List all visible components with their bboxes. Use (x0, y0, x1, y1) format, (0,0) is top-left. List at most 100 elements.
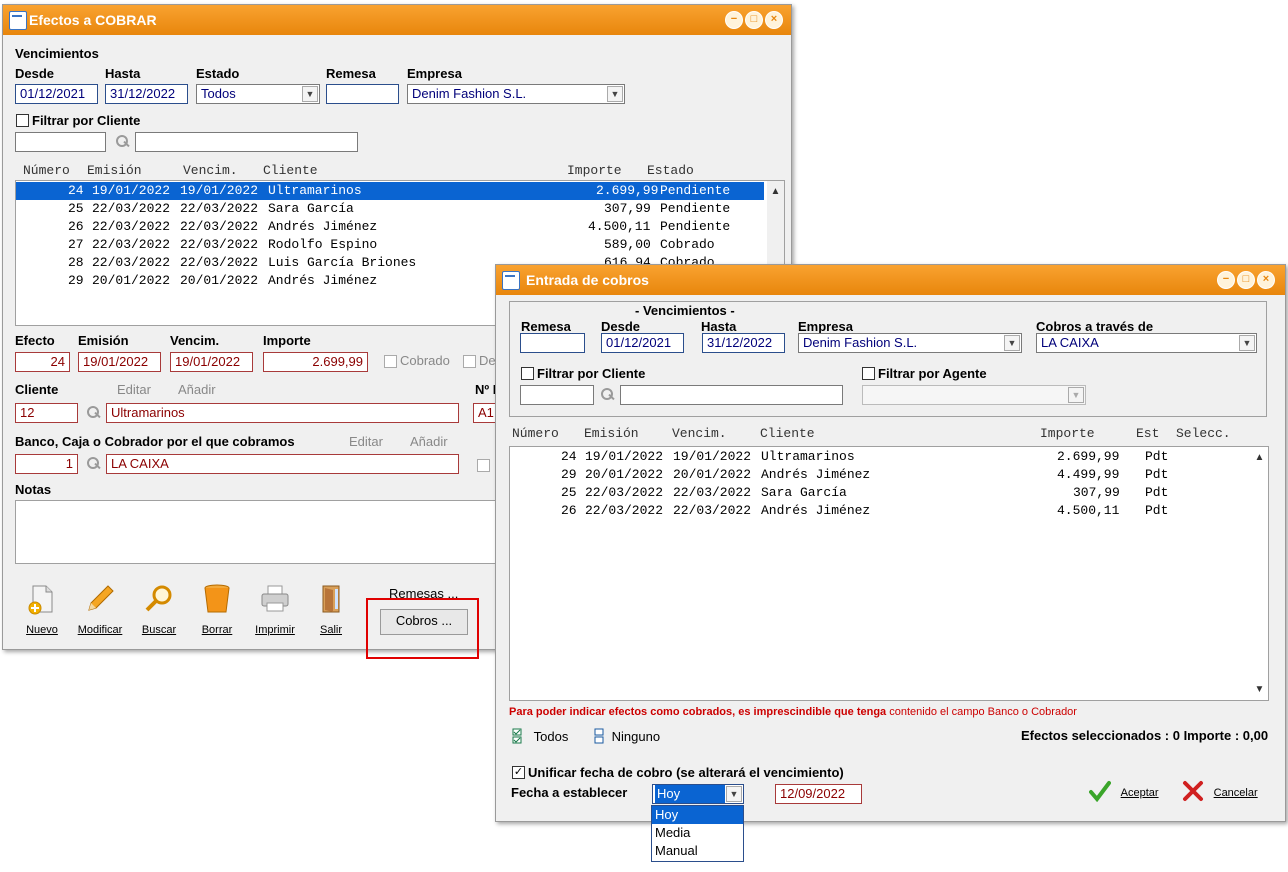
fecha-value-input[interactable]: 12/09/2022 (775, 784, 862, 804)
empresa-select[interactable]: Denim Fashion S.L. ▼ (407, 84, 625, 104)
estado-select[interactable]: Todos ▼ (196, 84, 320, 104)
vencim-input[interactable]: 19/01/2022 (170, 352, 253, 372)
maximize-icon[interactable]: □ (1237, 271, 1255, 289)
table-row[interactable]: 26 22/03/2022 22/03/2022 Andrés Jiménez … (510, 502, 1250, 520)
cliente-code-input[interactable] (15, 132, 106, 152)
cobrado-checkbox[interactable] (384, 355, 397, 368)
banco-editar-link[interactable]: Editar (349, 434, 383, 449)
table-row[interactable]: 24 19/01/2022 19/01/2022 Ultramarinos 2.… (16, 182, 764, 200)
salir-button[interactable]: Salir (301, 583, 361, 636)
todos-label: Todos (533, 729, 569, 744)
option-manual[interactable]: Manual (652, 842, 743, 860)
de-checkbox[interactable] (463, 355, 476, 368)
option-hoy[interactable]: Hoy (652, 806, 743, 824)
table-row[interactable]: 29 20/01/2022 20/01/2022 Andrés Jiménez … (510, 466, 1250, 484)
row-importe: 4.500,11 (1057, 503, 1120, 518)
select-all-button[interactable]: Todos (512, 728, 568, 744)
fecha-select[interactable]: Hoy ▼ (652, 784, 744, 804)
warning-text: Para poder indicar efectos como cobrados… (509, 706, 1077, 718)
table-row[interactable]: 27 22/03/2022 22/03/2022 Rodolfo Espino … (16, 236, 764, 254)
efecto-input[interactable]: 24 (15, 352, 70, 372)
buscar-button[interactable]: Buscar (129, 583, 189, 636)
close-icon[interactable]: × (765, 11, 783, 29)
key-icon[interactable] (600, 387, 616, 403)
scroll-up-icon[interactable]: ▲ (767, 183, 784, 200)
chevron-down-icon[interactable]: ▼ (726, 786, 742, 802)
cliente-name-input[interactable] (620, 385, 843, 405)
row-numero: 27 (68, 237, 84, 252)
table-row[interactable]: 26 22/03/2022 22/03/2022 Andrés Jiménez … (16, 218, 764, 236)
cobros-list[interactable]: 24 19/01/2022 19/01/2022 Ultramarinos 2.… (509, 446, 1269, 701)
empresa-label: Empresa (798, 319, 853, 334)
row-est: Pdt (1145, 485, 1169, 500)
banco-code-field[interactable]: 1 (15, 454, 78, 474)
maximize-icon[interactable]: □ (745, 11, 763, 29)
banco-checkbox[interactable] (477, 459, 490, 472)
key-icon[interactable] (115, 134, 131, 150)
row-cliente: Andrés Jiménez (761, 503, 871, 518)
filtrar-agente-checkbox[interactable] (862, 367, 875, 380)
chevron-down-icon[interactable]: ▼ (607, 86, 623, 102)
desde-input[interactable]: 01/12/2021 (601, 333, 684, 353)
key-icon[interactable] (86, 456, 102, 472)
row-numero: 26 (561, 503, 577, 518)
empresa-select[interactable]: Denim Fashion S.L. ▼ (798, 333, 1022, 353)
cliente-code-field[interactable]: 12 (15, 403, 78, 423)
fecha-options-list[interactable]: Hoy Media Manual (651, 805, 744, 862)
scroll-down-icon[interactable]: ▼ (1251, 681, 1268, 698)
chevron-down-icon[interactable]: ▼ (1239, 335, 1255, 351)
window-title: Entrada de cobros (526, 272, 649, 288)
remesa-input[interactable] (326, 84, 399, 104)
desde-label: Desde (15, 66, 55, 81)
filtrar-cliente-checkbox[interactable] (521, 367, 534, 380)
cliente-name-input[interactable] (135, 132, 358, 152)
option-media[interactable]: Media (652, 824, 743, 842)
col-vencim: Vencim. (183, 163, 238, 178)
hasta-input[interactable]: 31/12/2022 (702, 333, 785, 353)
cliente-code-input[interactable] (520, 385, 594, 405)
title-bar[interactable]: Efectos a COBRAR − □ × (3, 5, 791, 35)
agente-select[interactable]: ▼ (862, 385, 1086, 405)
title-bar[interactable]: Entrada de cobros − □ × (496, 265, 1285, 295)
table-row[interactable]: 25 22/03/2022 22/03/2022 Sara García 307… (510, 484, 1250, 502)
fecha-select-value: Hoy (655, 785, 725, 803)
list-scrollbar[interactable]: ▲ ▼ (1251, 447, 1268, 700)
minimize-icon[interactable]: − (1217, 271, 1235, 289)
row-est: Pdt (1145, 503, 1169, 518)
cancelar-button[interactable]: Cancelar (1182, 780, 1258, 802)
chevron-down-icon[interactable]: ▼ (1004, 335, 1020, 351)
cliente-anadir-link[interactable]: Añadir (178, 382, 216, 397)
chevron-down-icon[interactable]: ▼ (1068, 387, 1084, 403)
imprimir-button[interactable]: Imprimir (245, 583, 305, 636)
window-title: Efectos a COBRAR (29, 12, 157, 28)
emision-input[interactable]: 19/01/2022 (78, 352, 161, 372)
key-icon[interactable] (86, 405, 102, 421)
remesa-input[interactable] (520, 333, 585, 353)
modificar-button[interactable]: Modificar (70, 583, 130, 636)
banco-name-field[interactable]: LA CAIXA (106, 454, 459, 474)
cliente-editar-link[interactable]: Editar (117, 382, 151, 397)
row-vencim: 22/03/2022 (180, 255, 259, 270)
aceptar-button[interactable]: Aceptar (1089, 780, 1159, 803)
col-numero: Número (23, 163, 70, 178)
select-none-button[interactable]: Ninguno (594, 728, 660, 744)
table-row[interactable]: 25 22/03/2022 22/03/2022 Sara García 307… (16, 200, 764, 218)
close-icon[interactable]: × (1257, 271, 1275, 289)
hasta-input[interactable]: 31/12/2022 (105, 84, 188, 104)
salir-label: Salir (319, 624, 342, 636)
scroll-up-icon[interactable]: ▲ (1251, 449, 1268, 466)
importe-input[interactable]: 2.699,99 (263, 352, 368, 372)
minimize-icon[interactable]: − (725, 11, 743, 29)
borrar-button[interactable]: Borrar (187, 583, 247, 636)
row-numero: 25 (68, 201, 84, 216)
cobros-via-select[interactable]: LA CAIXA ▼ (1036, 333, 1257, 353)
cliente-name-field[interactable]: Ultramarinos (106, 403, 459, 423)
filtrar-cliente-checkbox[interactable] (16, 114, 29, 127)
unificar-checkbox[interactable]: ✓ (512, 766, 525, 779)
nuevo-button[interactable]: Nuevo (12, 583, 72, 636)
chevron-down-icon[interactable]: ▼ (302, 86, 318, 102)
table-row[interactable]: 24 19/01/2022 19/01/2022 Ultramarinos 2.… (510, 448, 1250, 466)
banco-anadir-link[interactable]: Añadir (410, 434, 448, 449)
desde-input[interactable]: 01/12/2021 (15, 84, 98, 104)
notas-textarea[interactable] (15, 500, 499, 564)
